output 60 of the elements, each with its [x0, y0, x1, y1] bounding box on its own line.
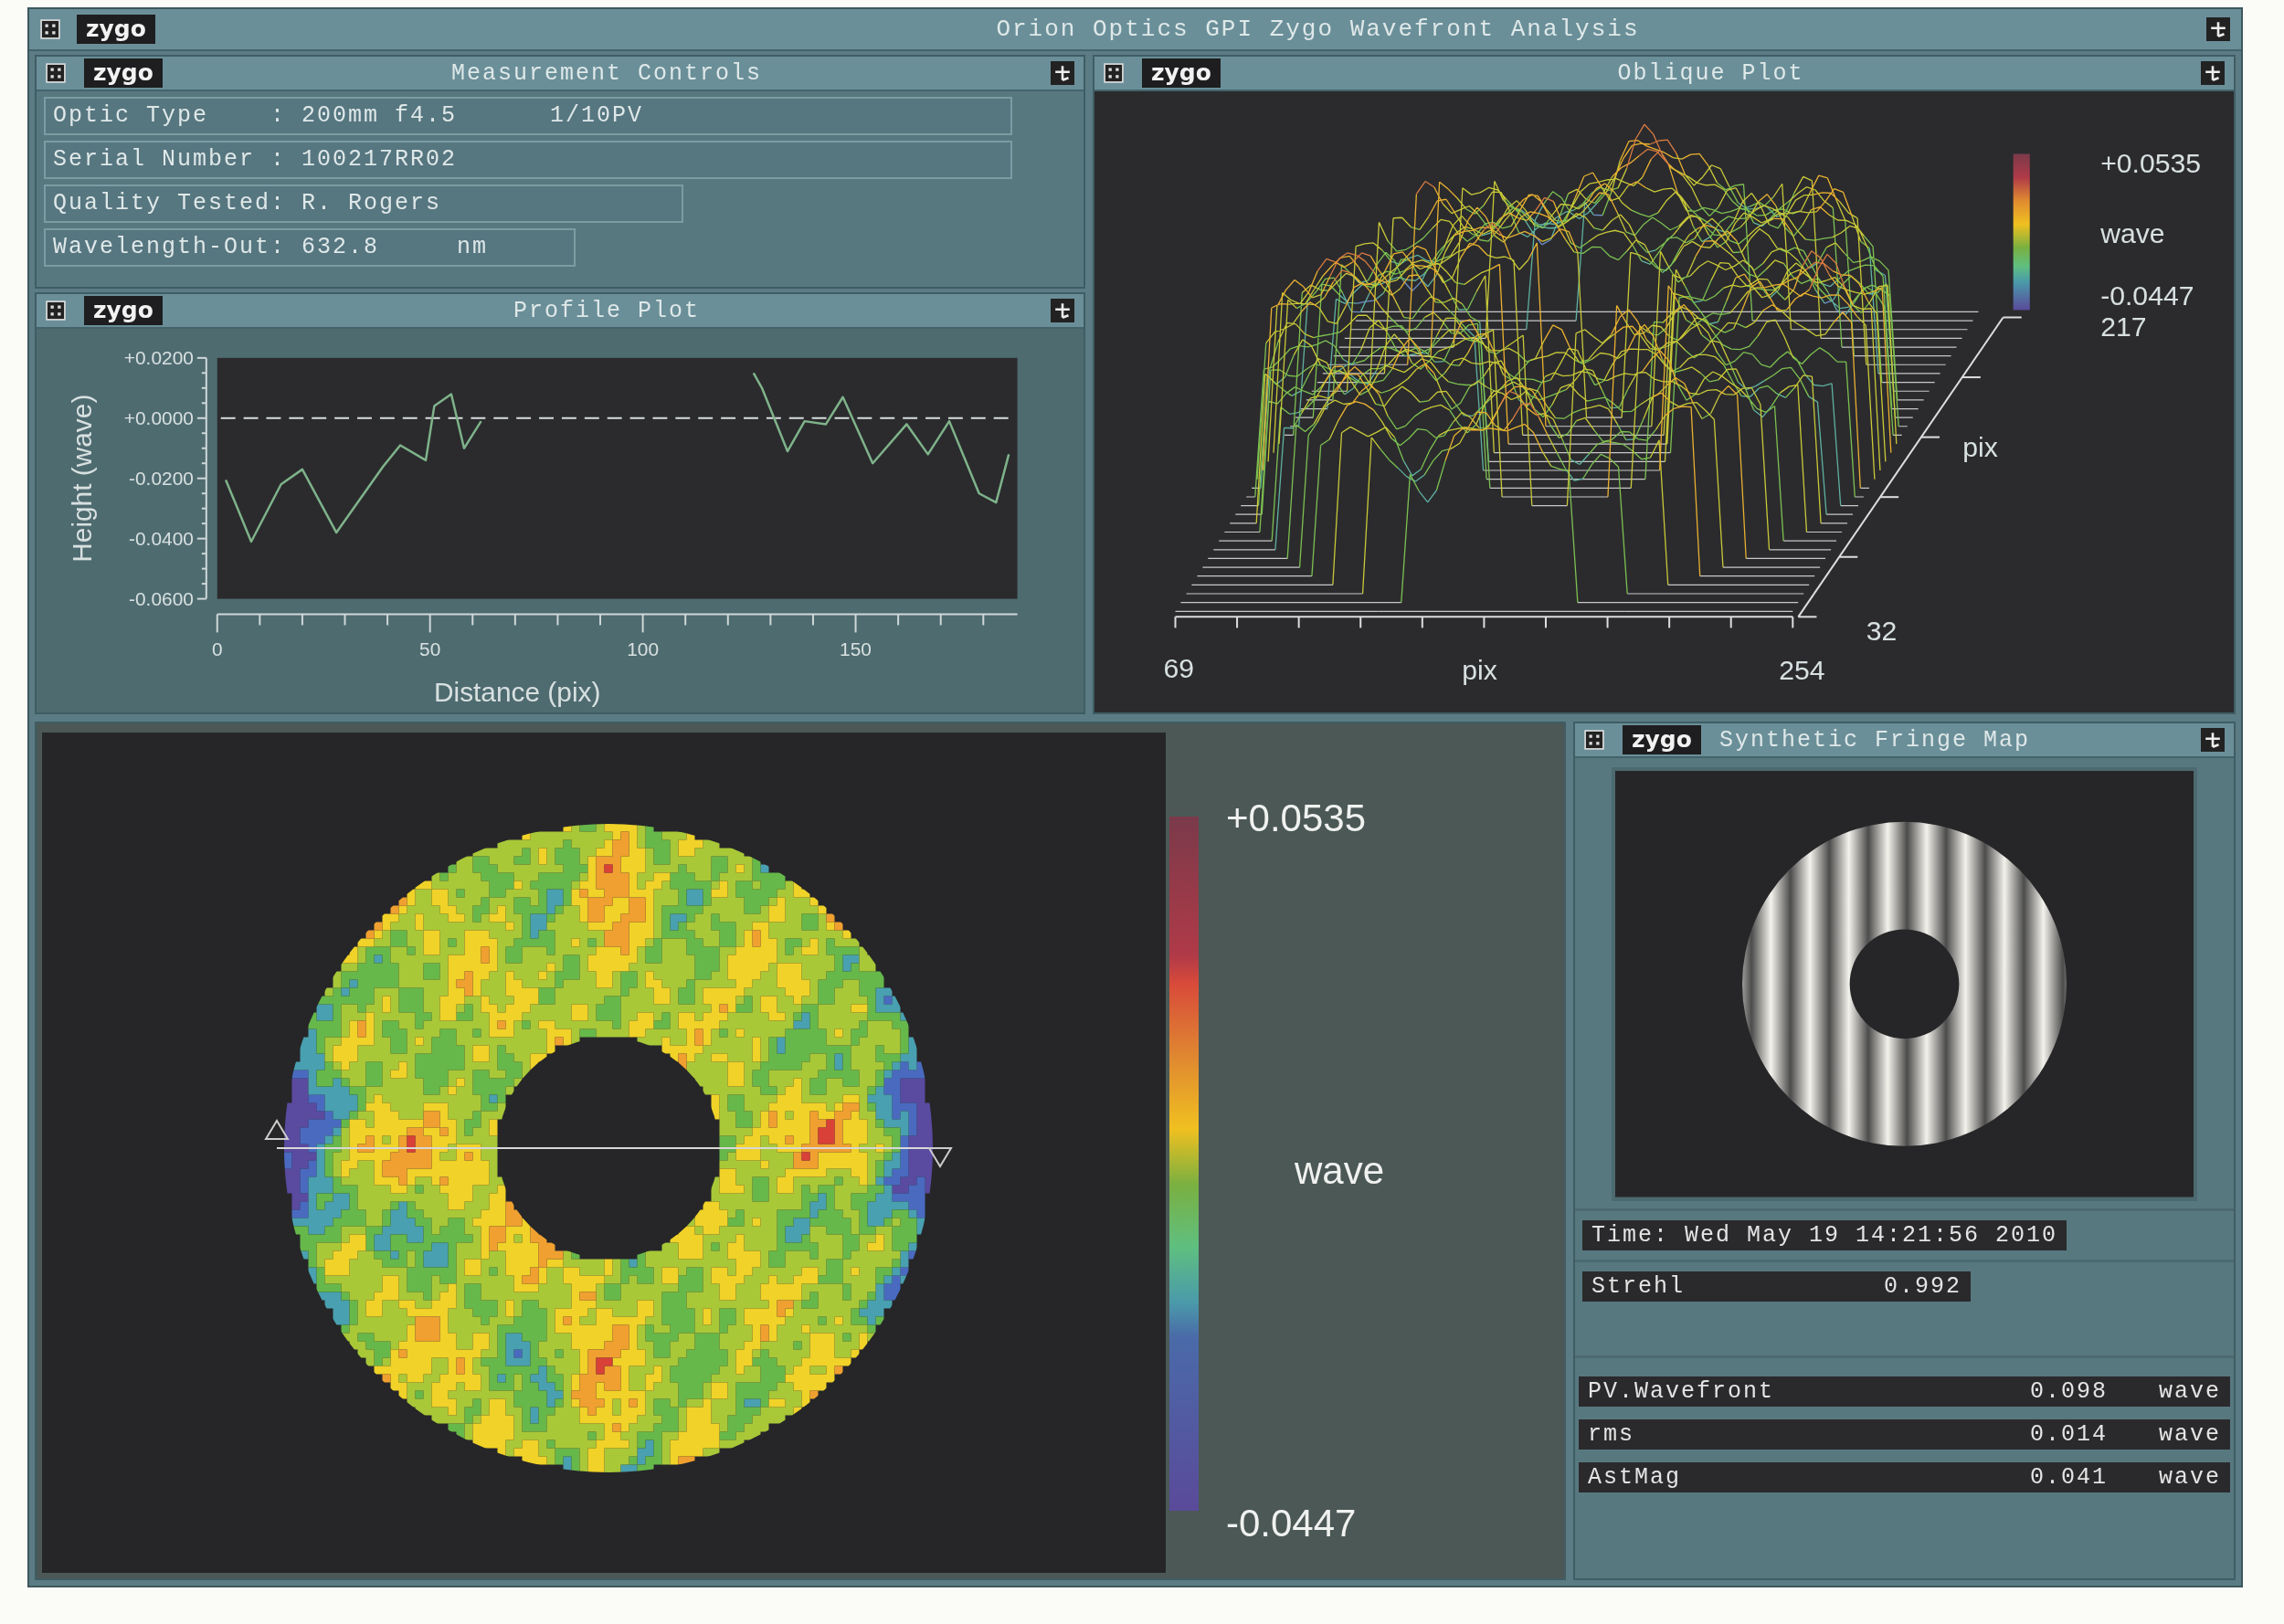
y-tick-label: +0.0000 — [123, 406, 194, 428]
window-menu-icon[interactable] — [46, 301, 66, 321]
result-unit: wave — [2159, 1377, 2221, 1405]
panel-title: Oblique Plot — [1616, 59, 1805, 87]
result-label: Strehl — [1591, 1272, 1685, 1300]
scale-unit-label: wave — [1295, 1149, 1385, 1193]
scale-min-label: -0.0447 — [2100, 280, 2194, 311]
result-label: PV.Wavefront — [1588, 1377, 1776, 1405]
panel-title: Measurement Controls — [449, 59, 763, 87]
y-axis-label: Height (wave) — [67, 394, 98, 563]
x-start-label: 69 — [1163, 652, 1194, 683]
logo-label: zygo — [1142, 58, 1221, 88]
profile-cursor[interactable] — [264, 1119, 953, 1168]
result-label: rms — [1588, 1420, 1635, 1448]
result-label: AstMag — [1588, 1463, 1682, 1491]
text-field[interactable]: Quality Tested: R. Rogers — [44, 185, 683, 223]
x-tick-label: 100 — [627, 638, 660, 660]
window-title: Orion Optics GPI Zygo Wavefront Analysis — [995, 16, 1641, 43]
text-field[interactable]: Wavelength-Out: 632.8 nm — [44, 228, 576, 267]
window-menu-icon[interactable] — [1104, 63, 1124, 83]
logo-label: zygo — [77, 15, 155, 44]
corner-arrow-icon[interactable] — [1051, 61, 1074, 85]
corner-arrow-icon[interactable] — [2201, 728, 2225, 752]
corner-arrow-icon[interactable] — [1051, 299, 1074, 322]
corner-arrow-icon[interactable] — [2201, 61, 2225, 85]
result-value: 0.014 — [2029, 1420, 2108, 1448]
text-field[interactable]: Serial Number : 100217RR02 — [44, 141, 1012, 179]
x-axis-label: pix — [1462, 654, 1497, 685]
x-axis-label: Distance (pix) — [433, 677, 601, 708]
timestamp: Time: Wed May 19 14:21:56 2010 — [1582, 1219, 2067, 1250]
y-tick-label: -0.0200 — [129, 467, 194, 489]
x-tick-label: 0 — [211, 638, 223, 660]
y-tick-label: -0.0400 — [129, 527, 194, 549]
scale-max-label: +0.0535 — [2100, 147, 2202, 178]
window-menu-icon[interactable] — [1584, 730, 1604, 750]
scale-max-label: +0.0535 — [1226, 796, 1366, 840]
result-value: 0.992 — [1884, 1272, 1961, 1300]
y-tick-label: +0.0200 — [123, 346, 194, 368]
x-tick-label: 50 — [419, 638, 441, 660]
x-tick-label: 150 — [840, 638, 872, 660]
logo-label: zygo — [1623, 725, 1701, 754]
window-menu-icon[interactable] — [40, 19, 60, 39]
result-unit: wave — [2159, 1463, 2221, 1491]
logo-label: zygo — [84, 296, 163, 325]
x-end-label: 254 — [1779, 654, 1825, 685]
y-start-label: 32 — [1866, 616, 1898, 647]
logo-label: zygo — [84, 58, 163, 88]
text-field[interactable]: Optic Type : 200mm f4.5 1/10PV — [44, 97, 1012, 135]
result-value: 0.098 — [2029, 1377, 2108, 1405]
scale-unit-label: wave — [2100, 218, 2165, 248]
y-axis-label: pix — [1962, 432, 1998, 463]
z-range-label: 217 — [2100, 311, 2147, 342]
corner-arrow-icon[interactable] — [2206, 17, 2230, 41]
result-value: 0.041 — [2029, 1463, 2108, 1491]
scale-min-label: -0.0447 — [1226, 1502, 1357, 1545]
result-unit: wave — [2159, 1420, 2221, 1448]
panel-title: Profile Plot — [512, 297, 701, 324]
window-menu-icon[interactable] — [46, 63, 66, 83]
y-tick-label: -0.0600 — [129, 587, 194, 609]
panel-title: Synthetic Fringe Map — [1718, 726, 2031, 754]
